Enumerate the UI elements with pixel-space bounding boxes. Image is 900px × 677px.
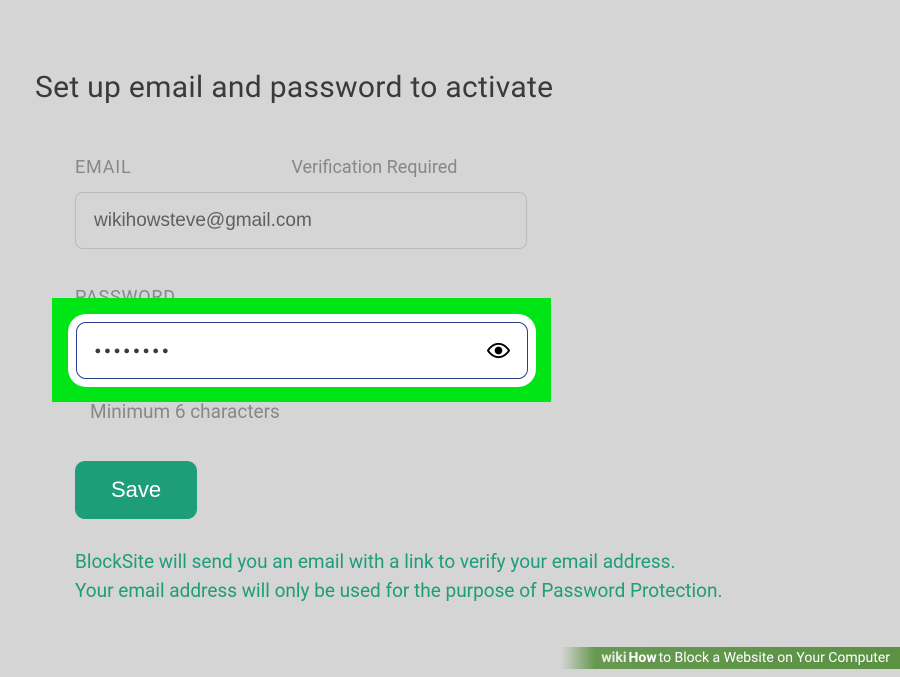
caption-bar: wikiHow to Block a Website on Your Compu… xyxy=(561,647,900,669)
highlight-annotation: ●●●●●●●● xyxy=(52,298,551,402)
info-line-1: BlockSite will send you an email with a … xyxy=(75,547,825,576)
email-label: EMAIL xyxy=(75,157,131,178)
form-area: EMAIL Verification Required PASSWORD ●●●… xyxy=(0,105,900,606)
password-masked-value: ●●●●●●●● xyxy=(95,344,487,357)
caption-text: to Block a Website on Your Computer xyxy=(659,650,890,666)
email-label-row: EMAIL Verification Required xyxy=(75,157,825,178)
password-input[interactable]: ●●●●●●●● xyxy=(76,322,528,379)
show-password-icon[interactable] xyxy=(487,338,511,362)
email-input[interactable] xyxy=(75,192,527,249)
info-text: BlockSite will send you an email with a … xyxy=(75,547,825,606)
verification-required-label: Verification Required xyxy=(291,157,457,178)
page-title: Set up email and password to activate xyxy=(0,0,900,105)
caption-prefix: wiki xyxy=(601,650,626,666)
info-line-2: Your email address will only be used for… xyxy=(75,576,825,605)
caption-how: How xyxy=(629,650,657,666)
password-section: PASSWORD ●●●●●●●● Minimum 6 characters xyxy=(75,287,825,423)
password-helper-text: Minimum 6 characters xyxy=(90,400,825,423)
save-button[interactable]: Save xyxy=(75,461,197,519)
